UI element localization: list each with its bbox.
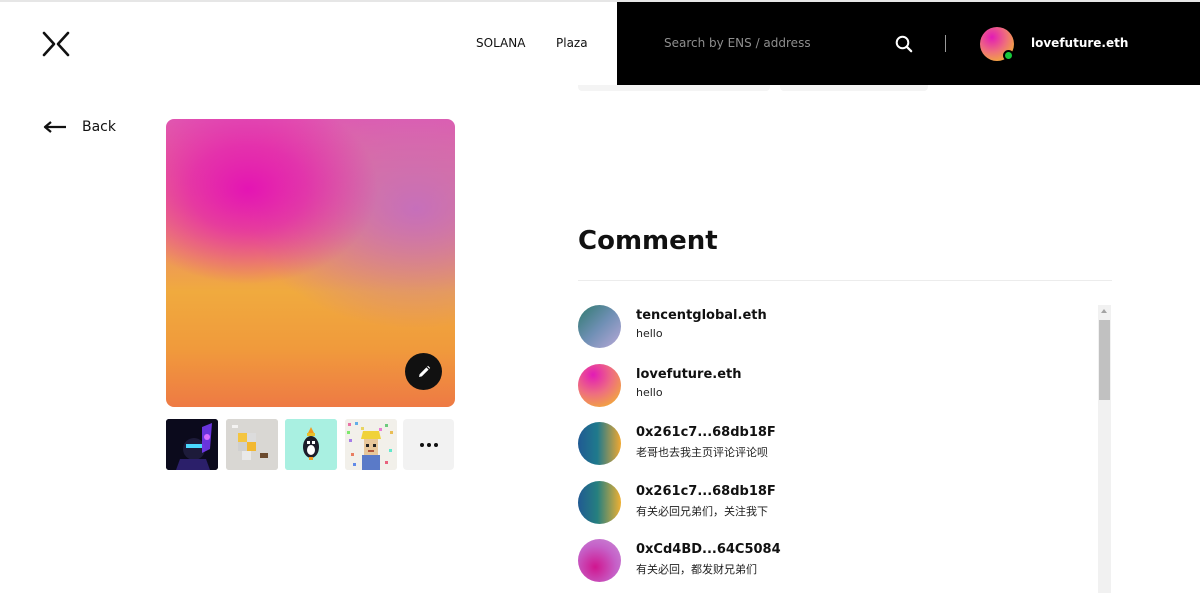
thumbnail-1[interactable]: [166, 419, 218, 470]
comment-item: 0x261c7...68db18F 有关必回兄弟们，关注我下: [578, 481, 1078, 529]
commenter-avatar[interactable]: [578, 422, 621, 465]
commenter-name[interactable]: lovefuture.eth: [636, 367, 742, 382]
nav-plaza[interactable]: Plaza: [556, 36, 588, 50]
online-status-dot: [1003, 50, 1014, 61]
commenter-name[interactable]: 0x261c7...68db18F: [636, 425, 776, 440]
commenter-name[interactable]: 0xCd4BD...64C5084: [636, 542, 781, 557]
comment-item: 0xCd4BD...64C5084 有关必回，都发财兄弟们: [578, 539, 1078, 587]
comment-text: 有关必回兄弟们，关注我下: [636, 505, 768, 518]
search-icon[interactable]: [895, 35, 913, 53]
arrow-left-icon[interactable]: [43, 120, 67, 134]
comment-item: tencentglobal.eth hello: [578, 305, 1078, 353]
thumbnail-3[interactable]: [285, 419, 337, 470]
comment-divider: [578, 280, 1112, 281]
hidden-card: [780, 85, 928, 91]
commenter-name[interactable]: 0x261c7...68db18F: [636, 484, 776, 499]
comment-text: hello: [636, 327, 663, 340]
edit-button[interactable]: [405, 353, 442, 390]
more-button[interactable]: [403, 419, 454, 470]
nav-solana[interactable]: SOLANA: [476, 36, 525, 50]
search-input[interactable]: [664, 33, 874, 53]
thumbnail-4[interactable]: [345, 419, 397, 470]
x-logo-icon[interactable]: [42, 31, 70, 57]
commenter-avatar[interactable]: [578, 364, 621, 407]
scrollbar-thumb[interactable]: [1099, 320, 1110, 400]
commenter-avatar[interactable]: [578, 481, 621, 524]
scroll-up-arrow-icon[interactable]: [1101, 309, 1107, 313]
comment-item: lovefuture.eth hello: [578, 364, 1078, 412]
commenter-avatar[interactable]: [578, 305, 621, 348]
comment-text: hello: [636, 386, 663, 399]
pencil-icon: [418, 365, 430, 377]
comment-text: 老哥也去我主页评论评论呗: [636, 446, 768, 459]
header-divider: [945, 35, 946, 52]
comment-text: 有关必回，都发财兄弟们: [636, 563, 757, 576]
comment-title: Comment: [578, 226, 718, 256]
back-button[interactable]: Back: [82, 119, 116, 135]
header-username[interactable]: lovefuture.eth: [1031, 36, 1128, 50]
thumbnail-2[interactable]: [226, 419, 278, 470]
commenter-avatar[interactable]: [578, 539, 621, 582]
comment-item: 0x261c7...68db18F 老哥也去我主页评论评论呗: [578, 422, 1078, 470]
commenter-name[interactable]: tencentglobal.eth: [636, 308, 767, 323]
hidden-card: [578, 85, 770, 91]
more-dots-icon: [419, 442, 438, 447]
